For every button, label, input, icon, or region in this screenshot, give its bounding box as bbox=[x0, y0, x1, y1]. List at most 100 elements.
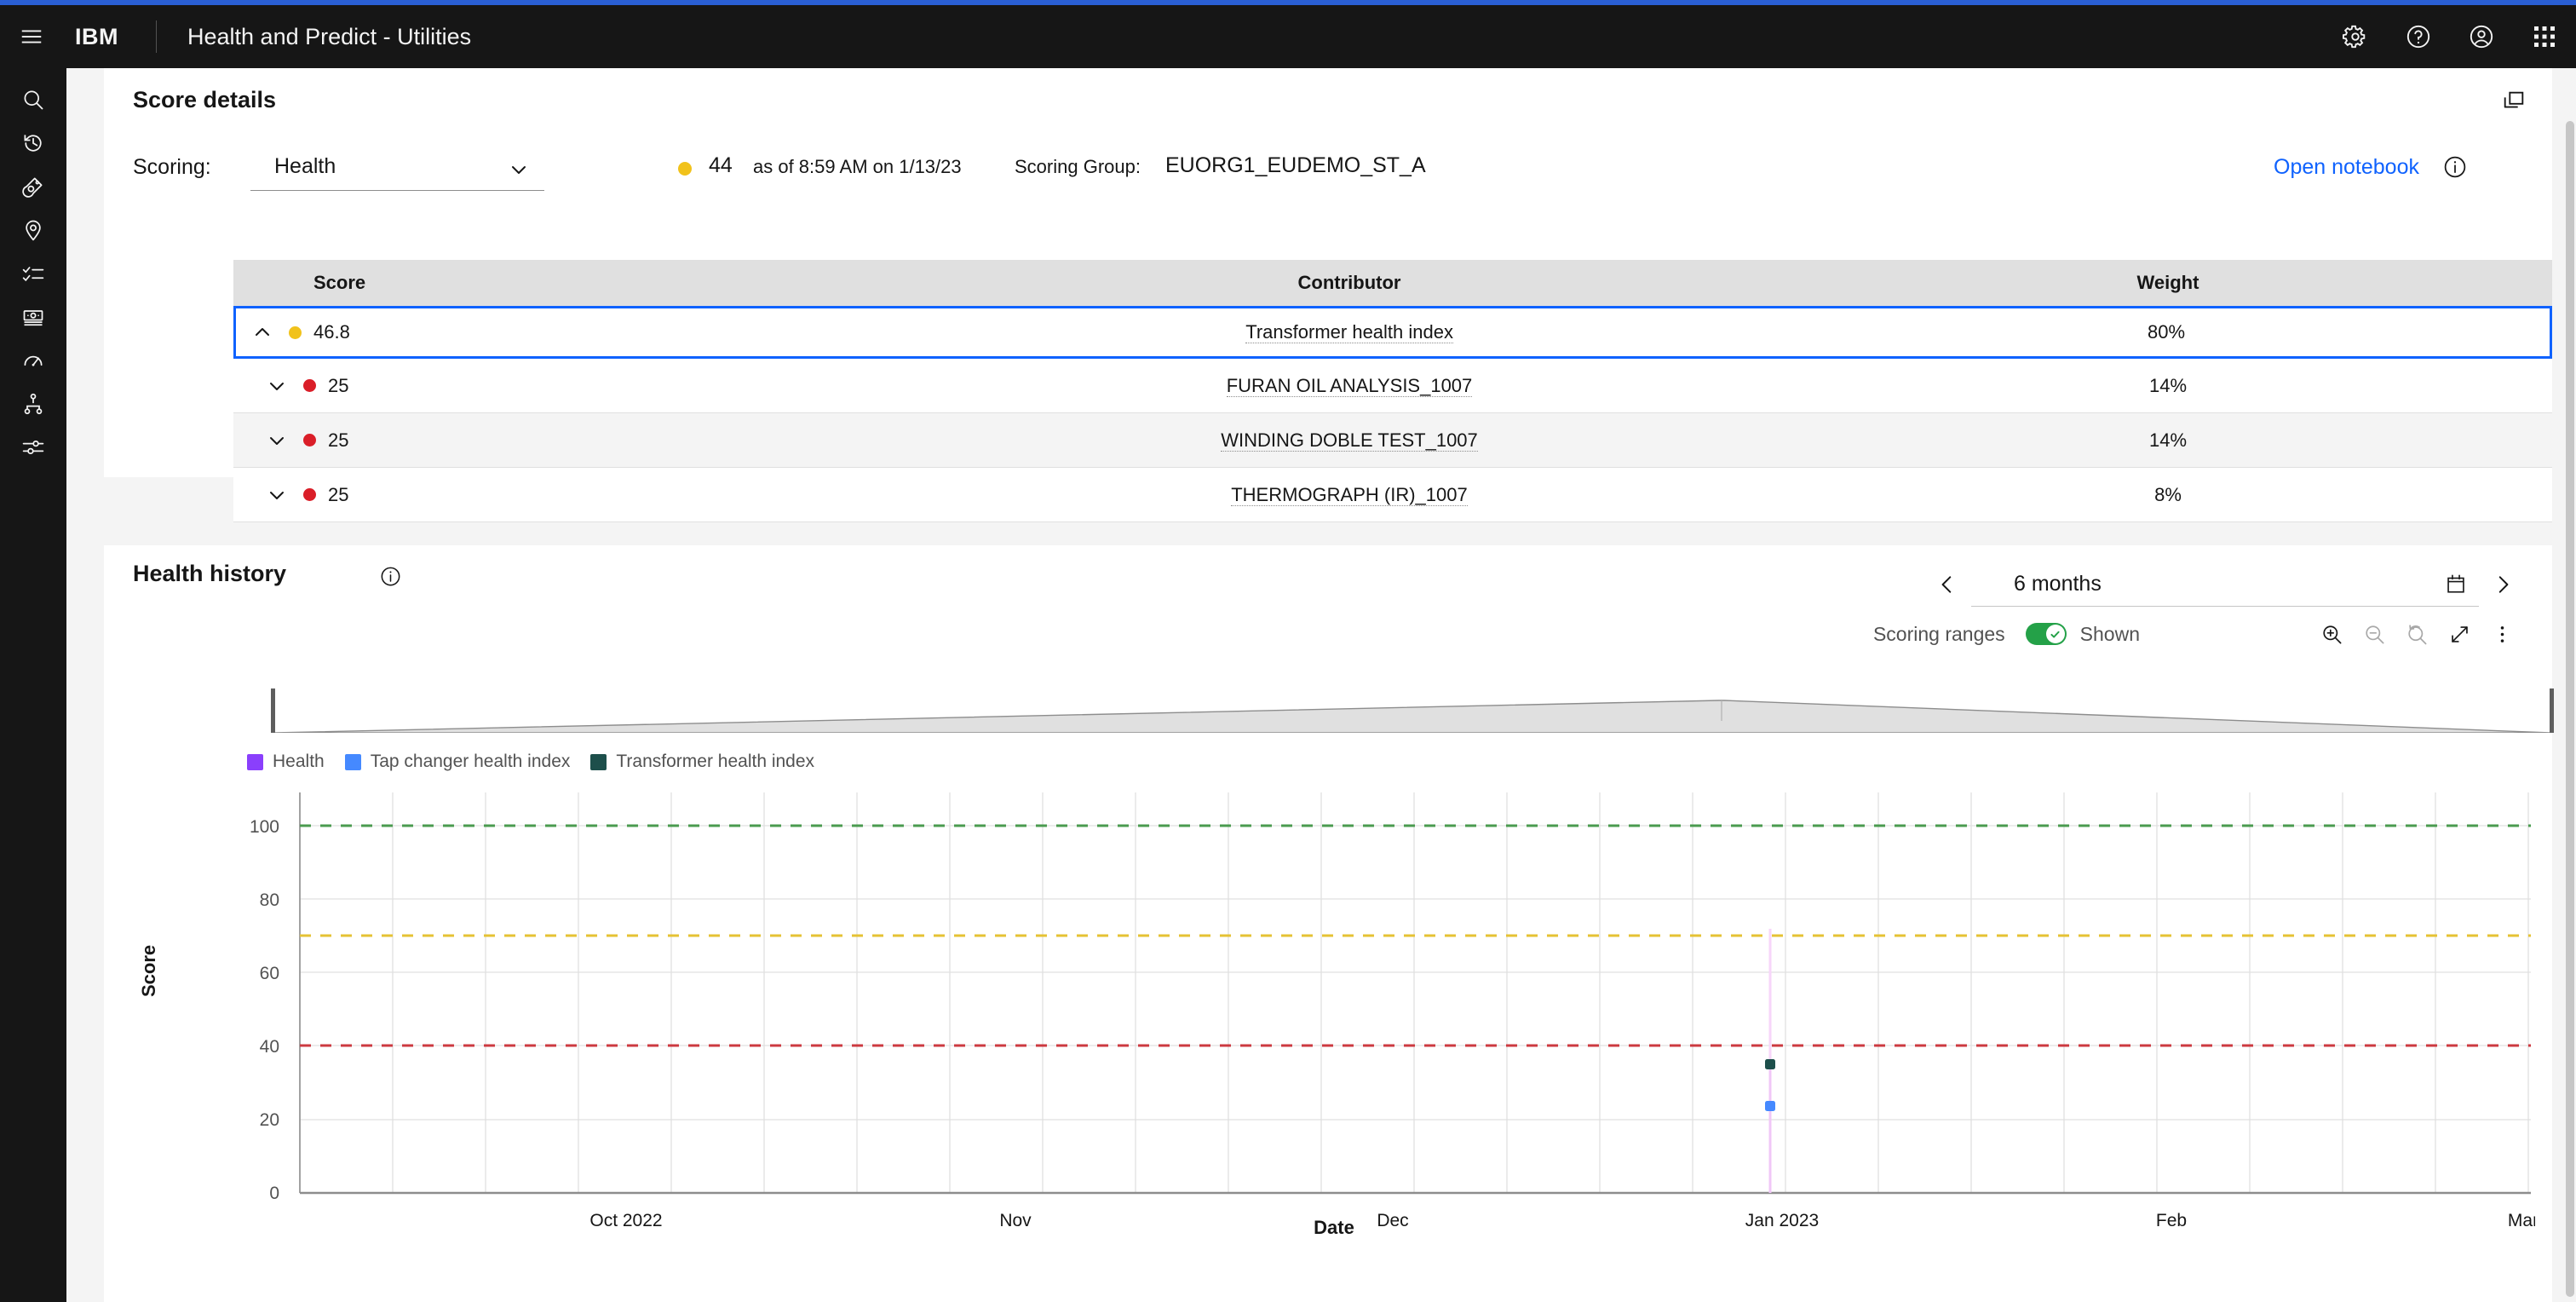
ibm-logo[interactable]: IBM bbox=[75, 24, 118, 50]
row-weight-cell: 8% bbox=[2154, 483, 2182, 505]
info-icon[interactable] bbox=[2443, 155, 2467, 183]
gauge-icon bbox=[21, 349, 45, 377]
row-contributor-cell: FURAN OIL ANALYSIS_1007 bbox=[915, 374, 1784, 397]
hierarchy-icon bbox=[21, 392, 45, 420]
scoring-ranges-state: Shown bbox=[2079, 622, 2140, 645]
score-status-dot bbox=[678, 162, 692, 176]
legend-item-transformer[interactable]: Transformer health index bbox=[590, 752, 814, 772]
header-actions bbox=[2324, 5, 2576, 68]
sidebar-item-assets[interactable] bbox=[0, 167, 66, 210]
settings-icon[interactable] bbox=[2324, 5, 2387, 68]
copy-window-icon[interactable] bbox=[2501, 89, 2527, 118]
scoring-label: Scoring: bbox=[133, 155, 211, 179]
page-title: Score details bbox=[133, 87, 277, 112]
date-range-input[interactable]: 6 months bbox=[1971, 562, 2479, 607]
chart-legend: Health Tap changer health index Transfor… bbox=[247, 752, 835, 772]
legend-item-health[interactable]: Health bbox=[247, 752, 325, 772]
help-icon[interactable] bbox=[2387, 5, 2450, 68]
status-badge bbox=[303, 488, 316, 501]
legend-swatch bbox=[247, 753, 263, 770]
scoring-dropdown-value: Health bbox=[274, 154, 336, 178]
x-tick-feb: Feb bbox=[2156, 1211, 2187, 1230]
scoring-ranges-toggle[interactable] bbox=[2025, 623, 2067, 645]
info-icon[interactable] bbox=[380, 566, 401, 591]
chevron-down-icon[interactable] bbox=[250, 485, 303, 505]
score-value: 44 bbox=[709, 153, 733, 177]
sidebar-item-settings[interactable] bbox=[0, 428, 66, 471]
score-timestamp: as of 8:59 AM on 1/13/23 bbox=[753, 156, 962, 177]
column-header-contributor[interactable]: Contributor bbox=[915, 272, 1784, 294]
sidebar-item-locations[interactable] bbox=[0, 210, 66, 254]
user-avatar-icon[interactable] bbox=[2450, 5, 2513, 68]
legend-item-tap-changer[interactable]: Tap changer health index bbox=[344, 752, 571, 772]
contributor-link[interactable]: THERMOGRAPH (IR)_1007 bbox=[1231, 483, 1468, 506]
row-score-value: 25 bbox=[328, 483, 349, 505]
brush-handle-left[interactable] bbox=[271, 688, 275, 733]
data-point-transformer-health-index[interactable] bbox=[1765, 1059, 1775, 1069]
contributor-link[interactable]: WINDING DOBLE TEST_1007 bbox=[1221, 429, 1478, 452]
open-notebook-link[interactable]: Open notebook bbox=[2274, 155, 2419, 180]
app-header: IBM Health and Predict - Utilities bbox=[0, 5, 2576, 68]
scoring-dropdown[interactable]: Health bbox=[250, 143, 544, 191]
horizontal-gridlines bbox=[300, 825, 2531, 1121]
health-history-chart[interactable]: Score Date 100 80 60 40 20 0 Oct 2022 No… bbox=[133, 792, 2535, 1270]
history-icon bbox=[21, 131, 45, 159]
sidebar-item-hierarchy[interactable] bbox=[0, 384, 66, 428]
chevron-down-icon[interactable] bbox=[250, 376, 303, 396]
chevron-right-icon[interactable] bbox=[2482, 564, 2523, 605]
reset-zoom-icon[interactable] bbox=[2395, 614, 2438, 654]
contributor-link[interactable]: FURAN OIL ANALYSIS_1007 bbox=[1226, 374, 1473, 397]
row-score-cell: 25 bbox=[233, 484, 915, 506]
app-switcher-icon[interactable] bbox=[2513, 5, 2576, 68]
data-point-tap-changer-health-index[interactable] bbox=[1765, 1101, 1775, 1111]
row-score-cell: 46.8 bbox=[236, 321, 916, 343]
x-tick-labels: Oct 2022 Nov Dec Jan 2023 Feb Mar bbox=[589, 1211, 2535, 1230]
x-tick-oct-2022: Oct 2022 bbox=[589, 1211, 662, 1230]
chart-brush-minimap[interactable] bbox=[271, 688, 2554, 734]
sidebar-item-workorders[interactable] bbox=[0, 254, 66, 297]
sidebar-item-history[interactable] bbox=[0, 124, 66, 167]
table-row[interactable]: 25 WINDING DOBLE TEST_1007 14% bbox=[233, 413, 2552, 468]
table-row[interactable]: 46.8 Transformer health index 80% bbox=[233, 306, 2552, 359]
x-tick-nov: Nov bbox=[999, 1211, 1032, 1230]
sidebar-item-search[interactable] bbox=[0, 80, 66, 124]
scoring-ranges-label: Scoring ranges bbox=[1872, 622, 2005, 645]
row-score-value: 25 bbox=[328, 374, 349, 396]
location-pin-icon bbox=[21, 218, 45, 246]
row-score-cell: 25 bbox=[233, 429, 915, 452]
y-tick-labels: 100 80 60 40 20 0 bbox=[250, 817, 279, 1203]
row-contributor-cell: THERMOGRAPH (IR)_1007 bbox=[915, 483, 1784, 506]
vertical-gridlines bbox=[299, 792, 2529, 1193]
legend-label: Tap changer health index bbox=[370, 752, 571, 771]
chevron-down-icon[interactable] bbox=[250, 430, 303, 451]
brush-handle-right[interactable] bbox=[2550, 688, 2554, 733]
toggle-knob bbox=[2045, 625, 2065, 643]
fullscreen-icon[interactable] bbox=[2438, 614, 2481, 654]
hamburger-menu-icon[interactable] bbox=[0, 5, 63, 68]
main-content: Score details Scoring: Health 44 as of 8… bbox=[66, 68, 2576, 1302]
column-header-score[interactable]: Score bbox=[233, 272, 915, 294]
y-tick-0: 0 bbox=[269, 1184, 279, 1203]
checklist-icon bbox=[21, 262, 45, 290]
table-row[interactable]: 25 FURAN OIL ANALYSIS_1007 14% bbox=[233, 359, 2552, 413]
sidebar-item-meters[interactable] bbox=[0, 341, 66, 384]
overflow-menu-icon[interactable] bbox=[2481, 614, 2523, 654]
chevron-left-icon[interactable] bbox=[1927, 564, 1968, 605]
table-row[interactable]: 25 THERMOGRAPH (IR)_1007 8% bbox=[233, 468, 2552, 522]
column-header-weight[interactable]: Weight bbox=[1784, 272, 2552, 294]
sidebar-item-costs[interactable] bbox=[0, 297, 66, 341]
contributor-link[interactable]: Transformer health index bbox=[1245, 321, 1453, 343]
legend-swatch bbox=[590, 753, 607, 770]
calendar-icon[interactable] bbox=[2445, 573, 2467, 599]
sliders-icon bbox=[21, 435, 45, 464]
chevron-down-icon bbox=[509, 159, 529, 184]
zoom-out-icon[interactable] bbox=[2353, 614, 2395, 654]
scrollbar-thumb[interactable] bbox=[2566, 121, 2574, 1297]
row-contributor-cell: Transformer health index bbox=[916, 321, 1783, 343]
vertical-scrollbar[interactable] bbox=[2564, 68, 2576, 1302]
table-header-row: Score Contributor Weight bbox=[233, 260, 2552, 306]
row-score-value: 46.8 bbox=[313, 321, 350, 343]
zoom-in-icon[interactable] bbox=[2310, 614, 2353, 654]
date-range-navigator: 6 months bbox=[1927, 561, 2523, 608]
chevron-up-icon[interactable] bbox=[236, 322, 289, 343]
